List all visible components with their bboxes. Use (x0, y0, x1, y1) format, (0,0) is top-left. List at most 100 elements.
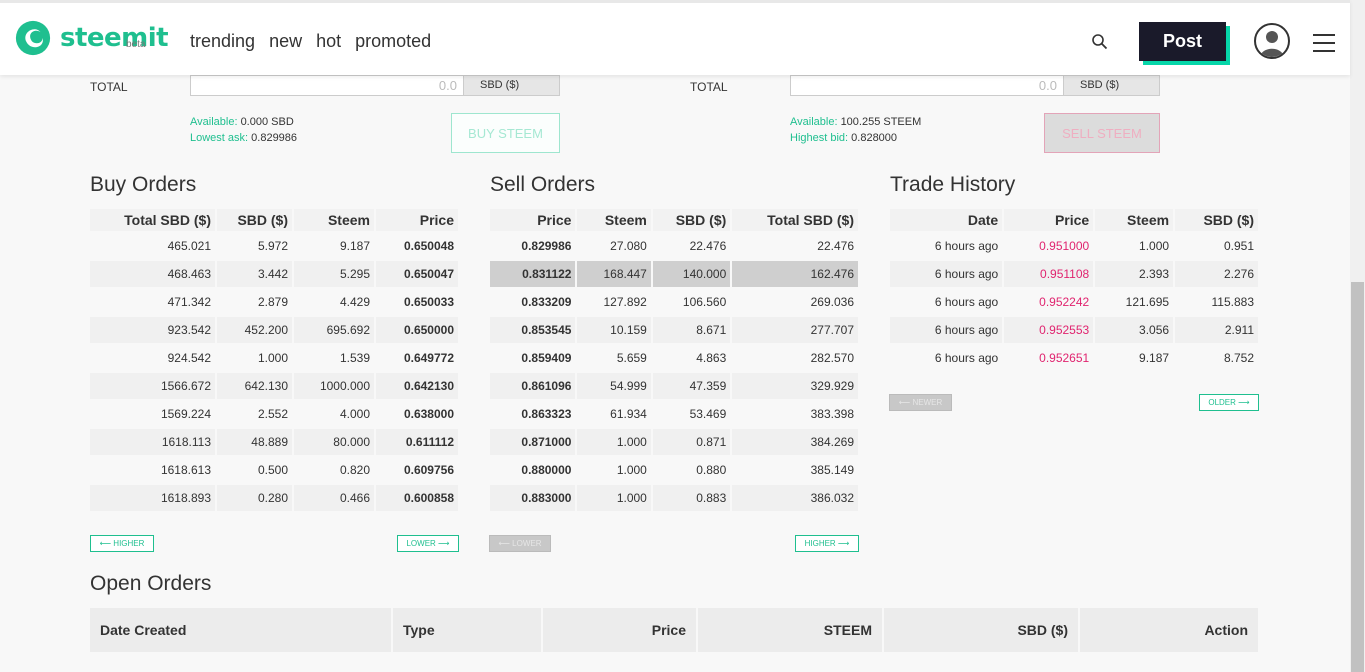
table-cell: 1618.613 (160, 463, 211, 477)
nav-trending[interactable]: trending (190, 31, 255, 52)
trade-older-button[interactable]: OLDER ⟶ (1199, 394, 1259, 411)
table-row[interactable]: 1566.672 642.130 1000.000 0.642130 (90, 373, 458, 399)
table-cell: 127.892 (603, 295, 647, 309)
sell-available-value[interactable]: 100.255 STEEM (841, 116, 922, 128)
table-cell: 9.187 (339, 239, 370, 253)
table-row[interactable]: 1618.613 0.500 0.820 0.609756 (90, 457, 458, 483)
table-cell: 115.883 (1211, 295, 1255, 309)
table-cell: 121.695 (1125, 295, 1170, 309)
table-row[interactable]: 0.831122 168.447 140.000 162.476 (490, 261, 858, 287)
table-cell: 0.649772 (403, 351, 454, 365)
col-price: Price (1004, 209, 1094, 231)
table-cell: 27.080 (610, 239, 647, 253)
col-date: Date (890, 209, 1003, 231)
sell-total-input[interactable]: 0.0 (790, 75, 1064, 96)
table-cell: 140.000 (652, 261, 731, 287)
table-row[interactable]: 0.833209 127.892 106.560 269.036 (490, 289, 858, 315)
table-row[interactable]: 1569.224 2.552 4.000 0.638000 (90, 401, 458, 427)
table-row[interactable]: 6 hours ago 0.952651 9.187 8.752 (890, 345, 1258, 371)
menu-icon[interactable] (1313, 34, 1335, 52)
table-cell: 4.429 (339, 295, 370, 309)
col-date-created: Date Created (90, 608, 391, 652)
col-sbd: SBD ($) (1175, 209, 1258, 231)
table-row[interactable]: 0.880000 1.000 0.880 385.149 (490, 457, 858, 483)
table-cell: 0.829986 (521, 239, 572, 253)
table-row[interactable]: 0.859409 5.659 4.863 282.570 (490, 345, 858, 371)
table-row[interactable]: 471.342 2.879 4.429 0.650033 (90, 289, 458, 315)
table-cell: 48.889 (217, 429, 292, 455)
table-cell: 0.871 (652, 429, 731, 455)
col-action: Action (1080, 608, 1258, 652)
col-total-sbd: Total SBD ($) (90, 209, 215, 231)
table-cell: 106.560 (682, 295, 727, 309)
table-cell: 1000.000 (294, 373, 374, 399)
scrollbar-thumb[interactable] (1351, 282, 1364, 672)
table-cell: 0.952242 (1039, 295, 1090, 309)
table-row[interactable]: 924.542 1.000 1.539 0.649772 (90, 345, 458, 371)
col-steem: Steem (294, 209, 374, 231)
buy-available-value[interactable]: 0.000 SBD (241, 116, 294, 128)
sell-higher-button[interactable]: HIGHER ⟶ (795, 535, 859, 552)
table-cell: 8.752 (1223, 351, 1254, 365)
table-cell: 923.542 (90, 317, 215, 343)
col-sbd: SBD ($) (217, 209, 292, 231)
table-cell: 2.276 (1175, 261, 1258, 287)
nav-promoted[interactable]: promoted (355, 31, 431, 52)
table-row[interactable]: 1618.113 48.889 80.000 0.611112 (90, 429, 458, 455)
col-steem: Steem (1095, 209, 1174, 231)
nav-new[interactable]: new (269, 31, 302, 52)
table-row[interactable]: 0.883000 1.000 0.883 386.032 (490, 485, 858, 511)
table-cell: 0.880 (696, 463, 727, 477)
col-price: Price (543, 608, 696, 652)
trade-newer-button[interactable]: ⟵ NEWER (889, 394, 952, 411)
sell-available-info: Available: 100.255 STEEM Highest bid: 0.… (790, 114, 921, 146)
highest-bid-value[interactable]: 0.828000 (851, 132, 897, 144)
sell-lower-button[interactable]: ⟵ LOWER (489, 535, 551, 552)
buy-orders-title: Buy Orders (90, 173, 197, 196)
col-sbd: SBD ($) (884, 608, 1078, 652)
sell-orders-table: Price Steem SBD ($) Total SBD ($) 0.8299… (488, 207, 860, 513)
buy-total-input[interactable]: 0.0 (190, 75, 464, 96)
col-price: Price (376, 209, 458, 231)
buy-lower-button[interactable]: LOWER ⟶ (397, 535, 459, 552)
table-cell: 0.853545 (490, 317, 576, 343)
lowest-ask-label: Lowest ask: (190, 132, 249, 144)
lowest-ask-value[interactable]: 0.829986 (251, 132, 297, 144)
table-row[interactable]: 1618.893 0.280 0.466 0.600858 (90, 485, 458, 511)
buy-steem-button[interactable]: BUY STEEM (451, 113, 560, 153)
table-row[interactable]: 468.463 3.442 5.295 0.650047 (90, 261, 458, 287)
table-cell: 80.000 (294, 429, 374, 455)
nav-hot[interactable]: hot (316, 31, 341, 52)
table-row[interactable]: 0.861096 54.999 47.359 329.929 (490, 373, 858, 399)
col-sbd: SBD ($) (652, 209, 731, 231)
table-row[interactable]: 6 hours ago 0.951000 1.000 0.951 (890, 233, 1258, 259)
steemit-logo[interactable]: steemit (14, 19, 169, 57)
table-cell: 0.466 (294, 485, 374, 511)
table-row[interactable]: 0.829986 27.080 22.476 22.476 (490, 233, 858, 259)
table-cell: 1569.224 (160, 407, 211, 421)
table-row[interactable]: 0.871000 1.000 0.871 384.269 (490, 429, 858, 455)
table-cell: 269.036 (810, 295, 854, 309)
buy-higher-button[interactable]: ⟵ HIGHER (90, 535, 154, 552)
table-row[interactable]: 6 hours ago 0.952242 121.695 115.883 (890, 289, 1258, 315)
avatar-icon[interactable] (1254, 23, 1290, 59)
table-cell: 1.000 (1139, 239, 1170, 253)
table-row[interactable]: 465.021 5.972 9.187 0.650048 (90, 233, 458, 259)
table-cell: 385.149 (810, 463, 854, 477)
table-cell: 0.951 (1223, 239, 1254, 253)
table-cell: 162.476 (732, 261, 858, 287)
table-cell: 0.280 (217, 485, 292, 511)
table-row[interactable]: 0.853545 10.159 8.671 277.707 (490, 317, 858, 343)
page-scrollbar[interactable] (1350, 0, 1365, 672)
table-row[interactable]: 6 hours ago 0.952553 3.056 2.911 (890, 317, 1258, 343)
table-cell: 282.570 (810, 351, 854, 365)
search-icon[interactable] (1091, 33, 1109, 51)
table-row[interactable]: 6 hours ago 0.951108 2.393 2.276 (890, 261, 1258, 287)
table-cell: 386.032 (732, 485, 858, 511)
sell-steem-button[interactable]: SELL STEEM (1044, 113, 1160, 153)
table-cell: 1.000 (577, 429, 651, 455)
post-button[interactable]: Post (1139, 22, 1226, 61)
table-cell: 1618.893 (90, 485, 215, 511)
table-row[interactable]: 0.863323 61.934 53.469 383.398 (490, 401, 858, 427)
table-row[interactable]: 923.542 452.200 695.692 0.650000 (90, 317, 458, 343)
